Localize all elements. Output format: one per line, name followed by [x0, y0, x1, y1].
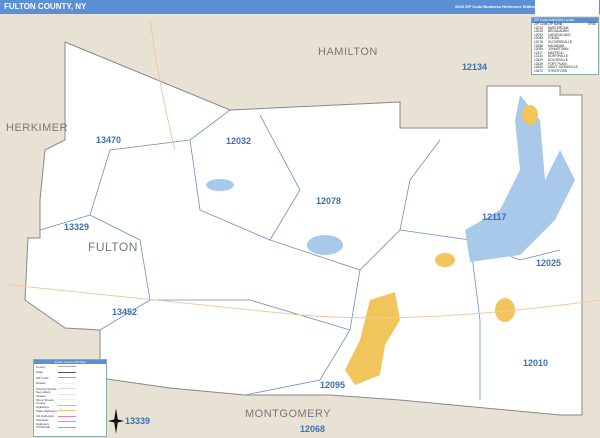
legend-swatch — [58, 393, 76, 395]
legend-label: State Highways — [36, 408, 57, 413]
zip-label: 13452 — [112, 307, 138, 317]
zip-label: 12078 — [316, 196, 342, 206]
zip-label: 12117 — [482, 212, 507, 222]
zip-label: 12134 — [462, 62, 488, 72]
northville-urban — [522, 105, 538, 125]
legend-swatch — [58, 404, 76, 406]
legend-swatch — [58, 388, 76, 390]
legend-label: Streets — [36, 381, 46, 386]
legend-label: State — [36, 370, 44, 375]
lake — [307, 235, 343, 255]
index-col-header: GRID — [588, 22, 596, 26]
legend-label: Toll Roads — [36, 425, 51, 430]
zip-label: 12068 — [300, 424, 326, 434]
mayfield-urban — [435, 253, 455, 267]
legend-swatch — [58, 399, 76, 401]
legend-swatch — [58, 426, 76, 428]
index-name: STRATFORD — [548, 68, 568, 73]
legend-swatch — [58, 410, 76, 412]
header-bar: FULTON COUNTY, NY 2020 ZIP Code Business… — [0, 0, 600, 14]
zip-label: 12010 — [523, 358, 549, 368]
map-legend: Fulton County ZIP Map County State ZIP Cod… — [33, 359, 107, 437]
legend-swatch — [58, 421, 76, 423]
legend-label: ZIP Code — [36, 375, 49, 380]
county-label-herkimer: HERKIMER — [6, 122, 69, 134]
zip-label: 13470 — [96, 135, 122, 145]
county-label-montgomery: MONTGOMERY — [245, 408, 332, 420]
legend-swatch — [58, 382, 76, 384]
zip-label: 12025 — [536, 258, 562, 268]
legend-item: Toll Roads — [34, 425, 106, 431]
zip-label: 12032 — [226, 136, 252, 146]
county-label-fulton: FULTON — [88, 240, 138, 254]
zip-index-table: ZIP Code Index/Grid Locator ZIP Code ZIP… — [531, 17, 599, 75]
legend-swatch — [58, 377, 76, 379]
index-zip: 13470 — [534, 68, 543, 73]
county-label-hamilton: HAMILTON — [318, 46, 378, 58]
legend-swatch — [58, 366, 76, 368]
compass-rose-icon — [108, 408, 124, 434]
lake — [206, 179, 234, 191]
legend-swatch — [58, 371, 76, 373]
zip-label: 12095 — [320, 380, 346, 390]
zip-label: 13339 — [125, 416, 151, 426]
legend-label: County — [36, 364, 46, 369]
legend-swatch — [58, 415, 76, 417]
edition-label: 2020 ZIP Code Business Reference Edition — [455, 4, 537, 9]
map-title: FULTON COUNTY, NY — [4, 2, 87, 11]
index-row: 13470 STRATFORD — [532, 68, 598, 74]
zip-label: 13329 — [64, 222, 90, 232]
